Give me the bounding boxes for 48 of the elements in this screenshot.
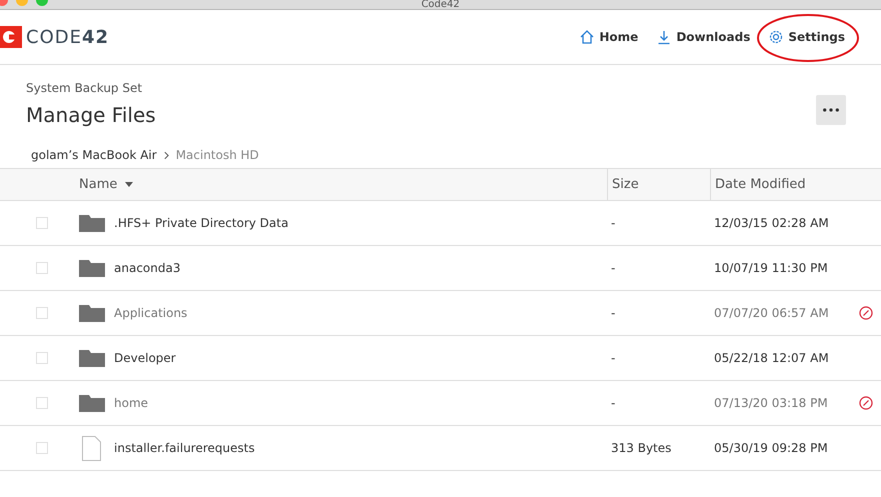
folder-icon — [79, 214, 105, 232]
nav-link[interactable]: Downloads — [656, 29, 750, 45]
row-checkbox[interactable] — [36, 352, 48, 364]
file-size: - — [611, 261, 616, 275]
page-subtitle: System Backup Set — [26, 81, 144, 95]
file-size: - — [611, 306, 616, 320]
file-size: - — [611, 216, 616, 230]
column-header[interactable]: Size — [612, 177, 639, 192]
excluded-icon — [859, 396, 873, 410]
row-checkbox[interactable] — [36, 442, 48, 454]
row-checkbox[interactable] — [36, 307, 48, 319]
file-name[interactable]: anaconda3 — [114, 261, 180, 275]
brand-name: CODE42 — [26, 26, 110, 48]
row-checkbox[interactable] — [36, 397, 48, 409]
row-checkbox[interactable] — [36, 262, 48, 274]
folder-icon — [79, 304, 105, 322]
more-button[interactable] — [816, 95, 846, 125]
page-title: Manage Files — [26, 103, 156, 127]
file-size: - — [611, 351, 616, 365]
date-modified: 12/03/15 02:28 AM — [714, 216, 829, 230]
home-icon — [579, 29, 596, 45]
file-name[interactable]: home — [114, 396, 148, 410]
nav-link[interactable]: Home — [579, 29, 638, 45]
date-modified: 07/13/20 03:18 PM — [714, 396, 828, 410]
date-modified: 10/07/19 11:30 PM — [714, 261, 828, 275]
file-name[interactable]: Applications — [114, 306, 188, 320]
file-name[interactable]: .HFS+ Private Directory Data — [114, 216, 288, 230]
column-header[interactable]: Name — [79, 177, 134, 192]
date-modified: 07/07/20 06:57 AM — [714, 306, 829, 320]
breadcrumb-link[interactable]: Macintosh HD — [176, 148, 259, 162]
folder-icon — [79, 260, 105, 276]
file-name[interactable]: Developer — [114, 351, 176, 365]
row-checkbox[interactable] — [36, 217, 48, 229]
column-header[interactable]: Date Modified — [715, 177, 806, 192]
breadcrumb-link[interactable]: golam’s MacBook Air — [31, 148, 157, 162]
file-icon — [82, 436, 101, 460]
settings-icon — [768, 29, 784, 45]
folder-icon — [79, 350, 105, 366]
excluded-icon — [859, 306, 873, 320]
chevron-icon — [164, 150, 169, 160]
folder-icon — [79, 394, 105, 412]
date-modified: 05/22/18 12:07 AM — [714, 351, 829, 365]
file-size: - — [611, 396, 616, 410]
download-icon — [656, 29, 672, 45]
file-size: 313 Bytes — [611, 441, 672, 455]
more-icon — [822, 108, 840, 112]
file-name[interactable]: installer.failurerequests — [114, 441, 255, 455]
date-modified: 05/30/19 09:28 PM — [714, 441, 828, 455]
